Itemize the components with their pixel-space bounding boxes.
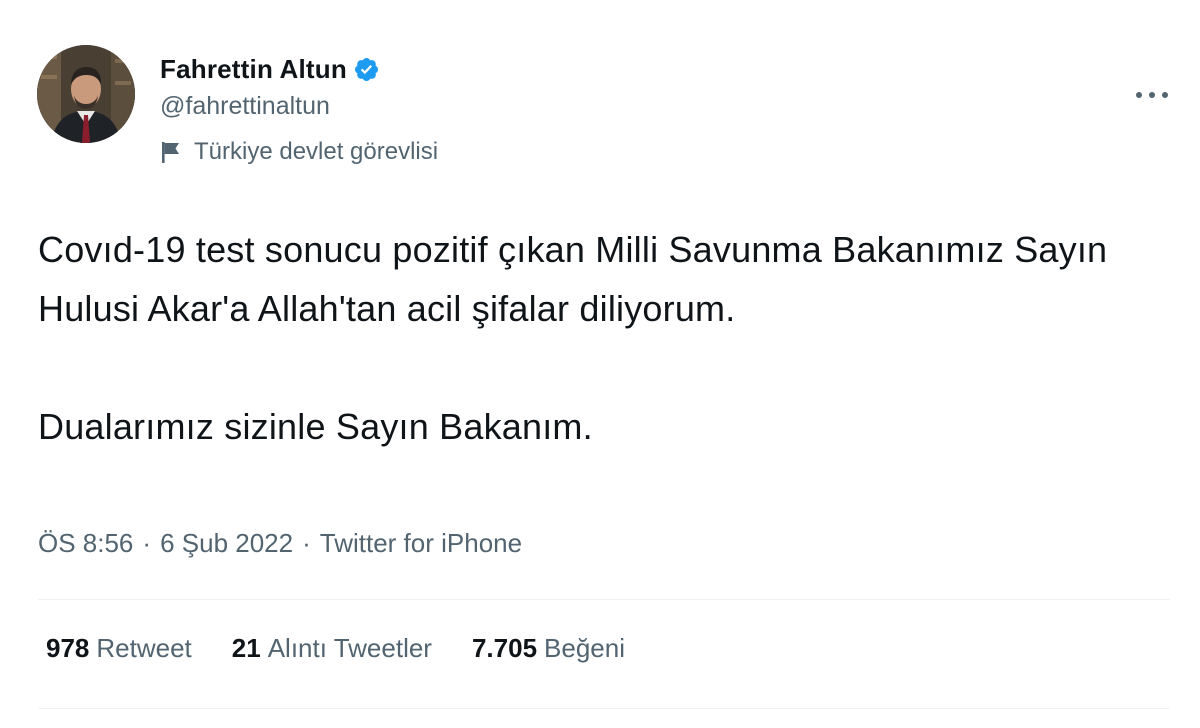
verified-badge-icon[interactable] — [353, 56, 380, 83]
likes-count: 7.705 — [471, 633, 538, 663]
avatar-image — [37, 45, 135, 143]
tweet-date[interactable]: 6 Şub 2022 — [160, 528, 293, 559]
likes-link[interactable]: 7.705 Beğeni — [472, 633, 625, 664]
quote-tweets-label: Alıntı Tweetler — [267, 633, 432, 663]
quote-tweets-link[interactable]: 21 Alıntı Tweetler — [232, 633, 432, 664]
likes-label: Beğeni — [544, 633, 626, 663]
author-handle[interactable]: @fahrettinaltun — [160, 92, 330, 121]
tweet-time[interactable]: ÖS 8:56 — [38, 528, 133, 559]
avatar[interactable] — [37, 45, 135, 143]
flag-icon — [160, 140, 182, 164]
tweet-card: Fahrettin Altun @fahrettinaltun Türkiye … — [0, 0, 1200, 728]
display-name[interactable]: Fahrettin Altun — [160, 54, 347, 85]
tweet-text: Covıd-19 test sonucu pozitif çıkan Milli… — [38, 220, 1148, 456]
retweet-count: 978 — [46, 633, 90, 663]
tweet-text-paragraph: Covıd-19 test sonucu pozitif çıkan Milli… — [38, 229, 1108, 329]
quote-tweets-count: 21 — [231, 633, 261, 663]
divider — [38, 599, 1170, 600]
retweet-count-link[interactable]: 978 Retweet — [46, 633, 192, 664]
retweet-label: Retweet — [96, 633, 192, 663]
tweet-text-paragraph: Dualarımız sizinle Sayın Bakanım. — [38, 406, 593, 447]
engagement-stats: 978 Retweet 21 Alıntı Tweetler 7.705 Beğ… — [46, 633, 625, 664]
more-options-button[interactable] — [1130, 80, 1174, 110]
author-name-row: Fahrettin Altun — [160, 52, 380, 86]
tweet-metadata: ÖS 8:56 · 6 Şub 2022 · Twitter for iPhon… — [38, 528, 522, 559]
more-horizontal-icon — [1134, 86, 1170, 104]
tweet-source-link[interactable]: Twitter for iPhone — [320, 528, 522, 559]
divider — [38, 708, 1170, 709]
government-label[interactable]: Türkiye devlet görevlisi — [160, 138, 438, 166]
meta-separator: · — [302, 528, 311, 558]
meta-separator: · — [142, 528, 152, 558]
government-label-text: Türkiye devlet görevlisi — [194, 138, 439, 165]
